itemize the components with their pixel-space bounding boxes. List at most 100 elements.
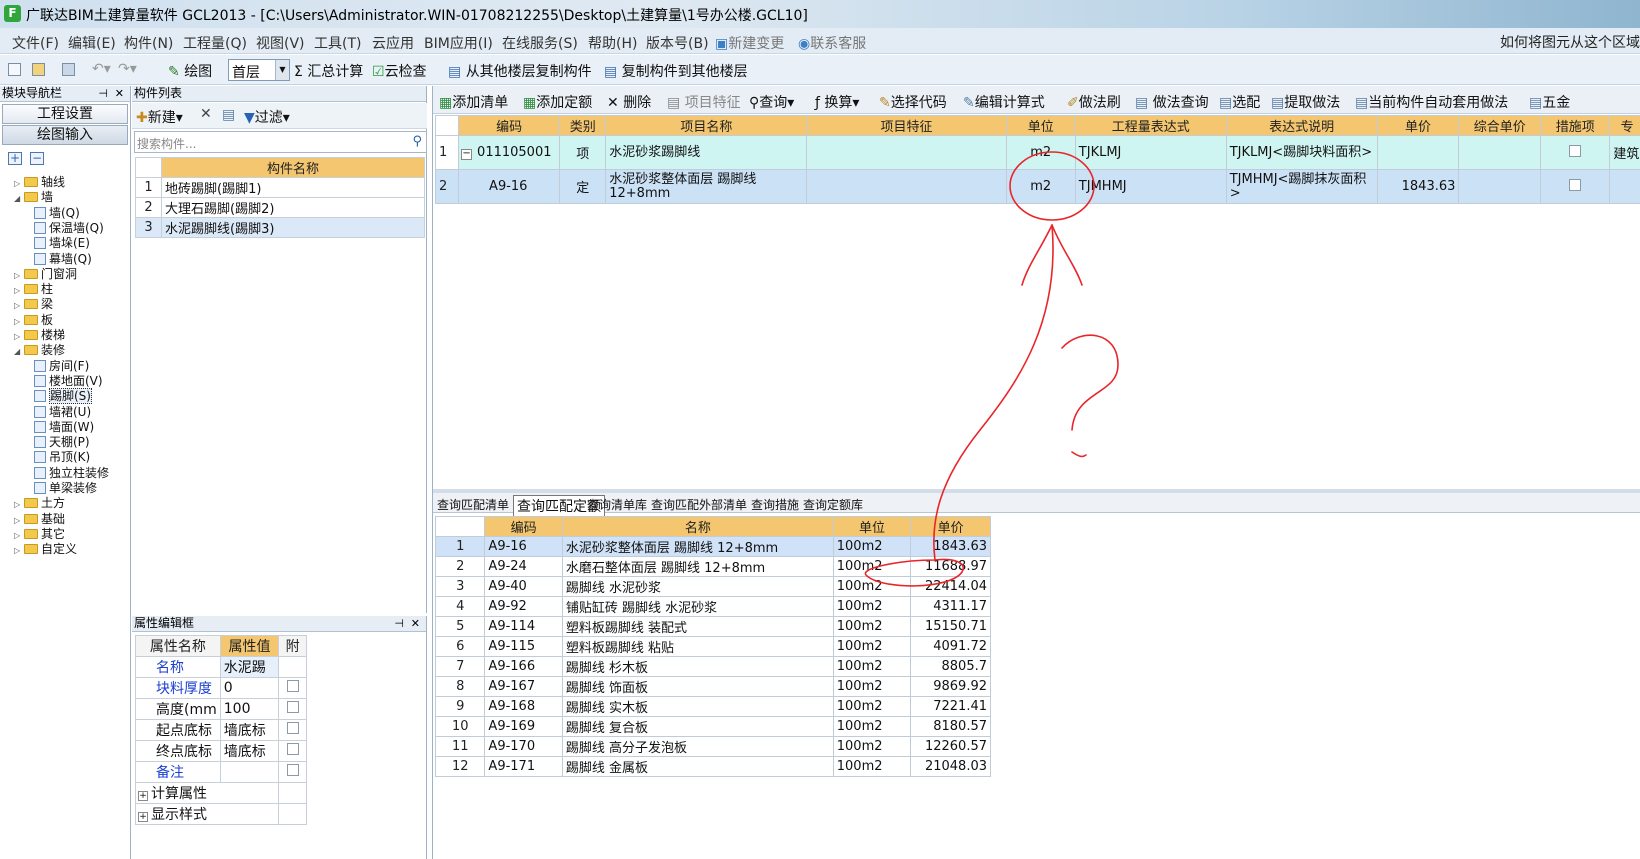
tree-node[interactable]: 房间(F) <box>34 358 89 374</box>
property-row[interactable]: 备注 <box>135 761 307 783</box>
quota-unit-cell[interactable]: 100m2 <box>832 556 912 577</box>
tree-node[interactable]: ▷ 梁 <box>14 296 53 312</box>
quota-name-cell[interactable]: 水磨石整体面层 踢脚线 12+8mm <box>561 556 834 577</box>
quota-price-cell[interactable]: 4091.72 <box>910 636 991 657</box>
tree-node[interactable]: 墙垛(E) <box>34 235 90 251</box>
tree-node[interactable]: ◢ 装修 <box>14 342 65 358</box>
quota-price-cell[interactable]: 7221.41 <box>910 696 991 717</box>
quota-code-cell[interactable]: A9-168 <box>484 696 563 717</box>
measure-checkbox[interactable] <box>1569 178 1582 191</box>
filter-button[interactable]: ▼过滤▾ <box>244 107 290 127</box>
method-brush-button[interactable]: ✐做法刷 <box>1067 92 1121 112</box>
quota-unit-cell[interactable]: 100m2 <box>832 716 912 737</box>
quota-row[interactable]: 2 A9-24 水磨石整体面层 踢脚线 12+8mm 100m2 11688.97 <box>434 556 991 577</box>
component-row[interactable]: 1 地砖踢脚(踢脚1) <box>135 177 425 198</box>
menu-bim[interactable]: BIM应用(I) <box>424 33 493 53</box>
tree-node[interactable]: 单梁装修 <box>34 480 97 496</box>
quota-name-cell[interactable]: 踢脚线 水泥砂浆 <box>561 576 834 597</box>
edit-formula-button[interactable]: ✎编辑计算式 <box>963 92 1045 112</box>
quota-price-cell[interactable]: 4311.17 <box>910 596 991 617</box>
quota-price-cell[interactable]: 12260.57 <box>910 736 991 757</box>
query-tab[interactable]: 查询匹配清单 <box>437 496 509 513</box>
draw-input-button[interactable]: 绘图输入 <box>2 125 128 145</box>
close-icon[interactable]: ✕ <box>115 86 124 101</box>
method-price-cell[interactable] <box>1376 135 1460 170</box>
tree-node[interactable]: ▷ 柱 <box>14 281 53 297</box>
cloud-check-button[interactable]: ☑云检查 <box>372 61 427 81</box>
tree-node[interactable]: 墙裙(U) <box>34 404 91 420</box>
convert-button[interactable]: ƒ 换算▾ <box>815 92 859 112</box>
measure-cell[interactable] <box>1540 135 1611 170</box>
method-spec-cell[interactable]: 建筑 <box>1609 135 1640 170</box>
quota-price-cell[interactable]: 15150.71 <box>910 616 991 637</box>
quota-name-cell[interactable]: 踢脚线 高分子发泡板 <box>561 736 834 757</box>
quota-row[interactable]: 5 A9-114 塑料板踢脚线 装配式 100m2 15150.71 <box>434 616 991 637</box>
quota-price-cell[interactable]: 21048.03 <box>910 756 991 777</box>
quota-code-cell[interactable]: A9-171 <box>484 756 563 777</box>
tree-node[interactable]: 墙(Q) <box>34 205 80 221</box>
query-tab[interactable]: 查询措施 <box>751 496 799 513</box>
tree-node[interactable]: 踢脚(S) <box>34 388 92 405</box>
quota-unit-cell[interactable]: 100m2 <box>832 696 912 717</box>
quota-unit-cell[interactable]: 100m2 <box>832 536 912 557</box>
attach-checkbox[interactable] <box>286 764 299 776</box>
attach-checkbox[interactable] <box>286 743 299 755</box>
select-code-button[interactable]: ✎选择代码 <box>879 92 947 112</box>
method-feature-cell[interactable] <box>806 169 1007 204</box>
tree-node[interactable]: ◢ 墙 <box>14 189 53 205</box>
quota-code-cell[interactable]: A9-24 <box>484 556 563 577</box>
method-query-button[interactable]: ▤ 做法查询 <box>1135 92 1209 112</box>
expand-all-icon[interactable]: + <box>8 152 22 165</box>
property-row[interactable]: 名称 水泥踢 <box>135 656 307 678</box>
copy-component-icon[interactable]: ▤ <box>222 107 235 123</box>
draw-button[interactable]: ✎ 绘图 <box>168 61 212 81</box>
property-value[interactable]: 100 <box>219 698 280 720</box>
quota-name-cell[interactable]: 水泥砂浆整体面层 踢脚线 12+8mm <box>561 536 834 557</box>
property-value[interactable] <box>219 761 280 783</box>
quota-price-cell[interactable]: 1843.63 <box>910 536 991 557</box>
quota-code-cell[interactable]: A9-16 <box>484 536 563 557</box>
new-file-icon[interactable] <box>8 63 21 76</box>
attach-checkbox[interactable] <box>286 722 299 734</box>
query-button[interactable]: ⚲查询▾ <box>749 92 794 112</box>
delete-component-icon[interactable]: ✕ <box>200 106 212 122</box>
new-component-button[interactable]: ✚新建▾ <box>136 107 183 127</box>
quota-price-cell[interactable]: 11688.97 <box>910 556 991 577</box>
tree-node[interactable]: 保温墙(Q) <box>34 220 104 236</box>
tree-node[interactable]: 幕墙(Q) <box>34 251 92 267</box>
quota-unit-cell[interactable]: 100m2 <box>832 736 912 757</box>
quota-name-cell[interactable]: 踢脚线 复合板 <box>561 716 834 737</box>
quota-row[interactable]: 11 A9-170 踢脚线 高分子发泡板 100m2 12260.57 <box>434 736 991 757</box>
add-quota-button[interactable]: ▦添加定额 <box>523 92 592 112</box>
add-list-button[interactable]: ▦添加清单 <box>439 92 508 112</box>
quota-code-cell[interactable]: A9-114 <box>484 616 563 637</box>
expand-plus-icon[interactable]: + <box>138 812 148 822</box>
method-spec-cell[interactable] <box>1609 169 1640 204</box>
property-row[interactable]: 高度(mm 100 <box>135 698 307 720</box>
measure-cell[interactable] <box>1540 169 1611 204</box>
method-type-cell[interactable]: 定 <box>559 169 607 204</box>
property-row[interactable]: 起点底标 墙底标 <box>135 719 307 741</box>
method-feature-cell[interactable] <box>806 135 1007 170</box>
delete-button[interactable]: ✕ 删除 <box>607 92 651 112</box>
component-name-cell[interactable]: 地砖踢脚(踢脚1) <box>161 177 425 198</box>
quota-row[interactable]: 12 A9-171 踢脚线 金属板 100m2 21048.03 <box>434 756 991 777</box>
tree-node[interactable]: 吊顶(K) <box>34 449 90 465</box>
quota-name-cell[interactable]: 踢脚线 实木板 <box>561 696 834 717</box>
measure-checkbox[interactable] <box>1569 144 1582 157</box>
tree-node[interactable]: ▷ 轴线 <box>14 174 65 190</box>
menu-version[interactable]: 版本号(B) <box>646 33 709 53</box>
tree-node[interactable]: ▷ 板 <box>14 312 53 328</box>
method-code-cell[interactable]: A9-16 <box>458 169 561 204</box>
pick-button[interactable]: ▤选配 <box>1219 92 1260 112</box>
hardware-button[interactable]: ▤五金 <box>1529 92 1570 112</box>
method-price-cell[interactable]: 1843.63 <box>1376 169 1460 204</box>
method-desc-cell[interactable]: TJMHMJ<踢脚抹灰面积> <box>1225 169 1378 204</box>
menu-tools[interactable]: 工具(T) <box>314 33 361 53</box>
search-icon[interactable]: ⚲ <box>412 134 422 149</box>
quota-code-cell[interactable]: A9-166 <box>484 656 563 677</box>
property-row[interactable]: + 计算属性 <box>134 782 307 804</box>
quota-name-cell[interactable]: 踢脚线 金属板 <box>561 756 834 777</box>
property-value[interactable]: 0 <box>219 677 280 699</box>
query-tab[interactable]: 查询清单库 <box>587 496 647 513</box>
